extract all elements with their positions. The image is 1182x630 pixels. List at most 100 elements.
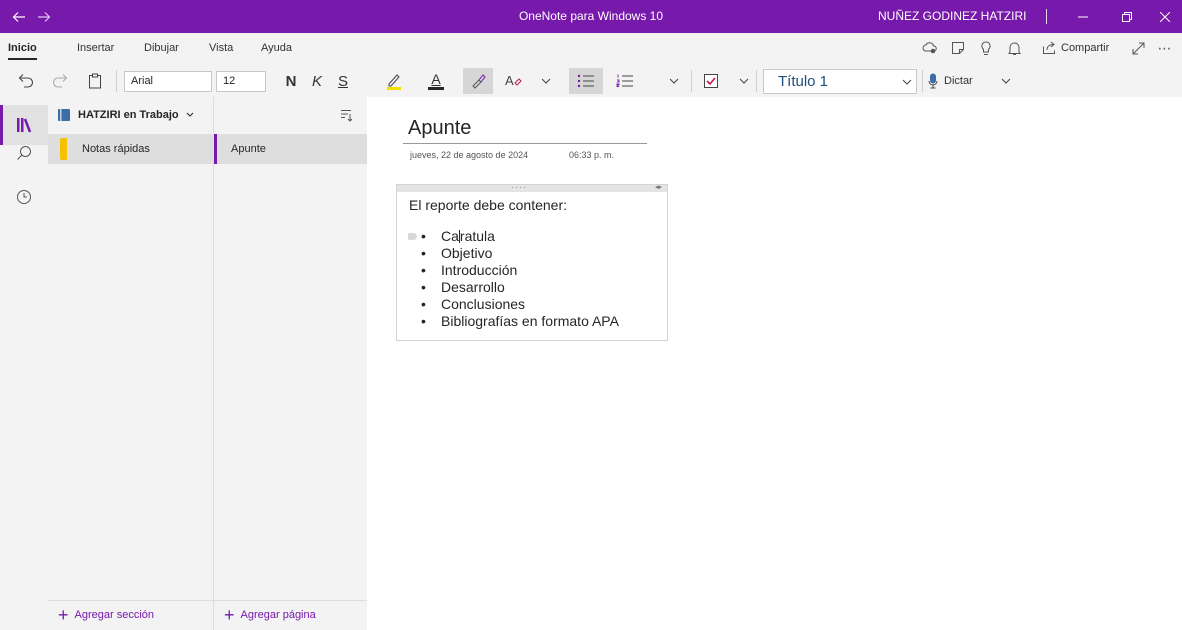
style-select-value: Título 1 — [778, 73, 829, 90]
section-item[interactable]: Notas rápidas — [48, 134, 214, 164]
list-item[interactable]: Objetivo — [409, 245, 619, 262]
notebook-name: HATZIRI en Trabajo — [78, 109, 179, 121]
sync-icon[interactable] — [920, 39, 940, 57]
more-formatting-dropdown[interactable] — [538, 68, 554, 94]
chevron-down-icon — [186, 112, 194, 117]
bullet-list-icon — [577, 74, 594, 88]
chevron-down-icon — [541, 78, 551, 84]
format-painter-button[interactable] — [463, 68, 493, 94]
chevron-down-icon — [739, 78, 749, 84]
page-canvas[interactable]: Apunte jueves, 22 de agosto de 2024 06:3… — [367, 97, 1182, 630]
add-section-row: + Agregar sección — [48, 600, 214, 630]
list-options-dropdown[interactable] — [666, 68, 682, 94]
list-item[interactable]: Bibliografías en formato APA — [409, 313, 619, 330]
note-container[interactable]: ···· ◂▸ El reporte debe contener: Caratu… — [396, 182, 668, 341]
bullet-list-button[interactable] — [569, 68, 603, 94]
more-options-icon[interactable]: ⋯ — [1155, 39, 1175, 57]
lightbulb-icon[interactable] — [976, 39, 996, 57]
bullet-list: Caratula Objetivo Introducción Desarroll… — [409, 228, 619, 330]
bell-icon[interactable] — [1004, 39, 1024, 57]
notebooks-icon[interactable] — [14, 115, 34, 135]
notebook-icon — [56, 107, 72, 123]
notebook-selector[interactable]: HATZIRI en Trabajo — [78, 109, 194, 121]
title-separator — [1046, 9, 1047, 24]
plus-icon: + — [224, 605, 235, 625]
tab-ayuda[interactable]: Ayuda — [261, 33, 292, 63]
expand-icon[interactable] — [1128, 39, 1148, 57]
tab-dibujar[interactable]: Dibujar — [144, 33, 179, 63]
note-intro-text[interactable]: El reporte debe contener: — [409, 197, 567, 213]
clear-formatting-button[interactable]: A — [500, 68, 526, 94]
page-time: 06:33 p. m. — [569, 150, 615, 160]
dictate-options-dropdown[interactable] — [998, 68, 1014, 94]
highlight-button[interactable] — [382, 68, 406, 94]
tab-inicio[interactable]: Inicio — [8, 33, 37, 63]
redo-icon[interactable] — [50, 71, 70, 91]
list-item[interactable]: Caratula — [409, 228, 619, 245]
search-icon[interactable] — [14, 143, 34, 163]
format-painter-icon — [472, 74, 486, 89]
section-label: Notas rápidas — [82, 143, 150, 155]
forward-button[interactable] — [33, 0, 55, 33]
note-drag-handle[interactable]: ···· ◂▸ — [397, 182, 667, 192]
ribbon-separator — [922, 70, 923, 92]
todo-tag-button[interactable] — [698, 68, 724, 94]
undo-icon[interactable] — [16, 71, 36, 91]
recent-notes-icon[interactable] — [14, 187, 34, 207]
dictate-button[interactable]: Dictar — [928, 68, 996, 94]
sticky-notes-icon[interactable] — [948, 39, 968, 57]
title-bar: OneNote para Windows 10 NUÑEZ GODINEZ HA… — [0, 0, 1182, 33]
add-section-button[interactable]: + Agregar sección — [58, 605, 154, 625]
checkbox-icon — [704, 74, 718, 88]
clipboard-icon[interactable] — [85, 71, 105, 91]
close-icon — [1160, 11, 1170, 22]
list-item[interactable]: Introducción — [409, 262, 619, 279]
share-label: Compartir — [1061, 42, 1110, 54]
sort-pages-icon[interactable] — [338, 107, 354, 123]
grip-dots-icon: ···· — [511, 182, 527, 192]
minimize-icon — [1078, 16, 1088, 17]
section-color-tab — [60, 138, 67, 160]
restore-button[interactable] — [1110, 0, 1144, 33]
page-date: jueves, 22 de agosto de 2024 — [410, 150, 529, 160]
add-page-label: Agregar página — [240, 609, 316, 621]
arrow-left-icon — [12, 11, 25, 22]
font-size-select[interactable]: 12 — [216, 71, 266, 92]
font-color-button[interactable]: A — [424, 68, 448, 94]
page-label: Apunte — [231, 143, 266, 155]
page-item[interactable]: Apunte — [214, 134, 367, 164]
underline-button[interactable]: S — [332, 68, 354, 94]
close-button[interactable] — [1148, 0, 1182, 33]
tab-insertar[interactable]: Insertar — [77, 33, 114, 63]
style-select[interactable]: Título 1 — [763, 69, 917, 94]
plus-icon: + — [58, 605, 69, 625]
restore-icon — [1122, 11, 1132, 22]
resize-arrows-icon[interactable]: ◂▸ — [655, 183, 662, 191]
numbered-list-button[interactable] — [612, 68, 638, 94]
navigation-rail — [0, 97, 48, 630]
page-title[interactable]: Apunte — [408, 117, 471, 140]
back-button[interactable] — [8, 0, 30, 33]
list-item[interactable]: Desarrollo — [409, 279, 619, 296]
ribbon-separator — [116, 70, 117, 92]
italic-button[interactable]: K — [306, 68, 328, 94]
font-family-select[interactable]: Arial — [124, 71, 212, 92]
list-item[interactable]: Conclusiones — [409, 296, 619, 313]
tab-vista[interactable]: Vista — [209, 33, 233, 63]
share-button[interactable]: Compartir — [1042, 39, 1122, 57]
minimize-button[interactable] — [1066, 0, 1100, 33]
add-page-button[interactable]: + Agregar página — [224, 605, 316, 625]
bold-button[interactable]: N — [280, 68, 302, 94]
font-color-swatch — [428, 87, 444, 90]
clear-formatting-icon: A — [505, 73, 522, 88]
sections-pane: HATZIRI en Trabajo Notas rápidas + Agreg… — [48, 97, 214, 630]
page-selected-indicator — [214, 134, 217, 164]
ribbon-separator — [756, 70, 757, 92]
tag-options-dropdown[interactable] — [736, 68, 752, 94]
highlighter-icon — [387, 74, 401, 90]
font-color-label: A — [431, 71, 441, 87]
pages-pane: Apunte + Agregar página — [214, 97, 367, 630]
chevron-down-icon — [669, 78, 679, 84]
dictate-label: Dictar — [944, 75, 973, 87]
user-account-name[interactable]: NUÑEZ GODINEZ HATZIRI — [878, 0, 1026, 33]
